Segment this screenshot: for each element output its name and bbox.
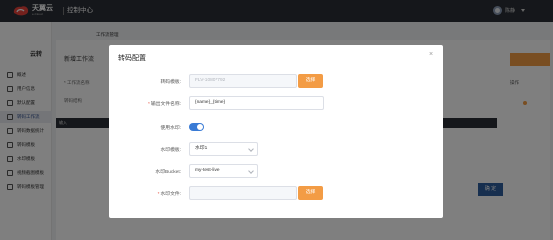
template-label: 转码模板: bbox=[160, 80, 181, 85]
watermark-toggle[interactable] bbox=[189, 123, 204, 131]
watermark-template-label: 水印模板: bbox=[160, 148, 181, 153]
bucket-row: 水印Bucket: my-test-live bbox=[109, 164, 443, 178]
select-template-button[interactable]: 选择 bbox=[298, 74, 323, 88]
watermark-template-row: 水印模板: 水印1 bbox=[109, 142, 443, 156]
bucket-select[interactable]: my-test-live bbox=[189, 164, 258, 178]
output-filename-input[interactable]: {name}_{time} bbox=[189, 96, 324, 110]
select-watermark-file-button[interactable]: 选择 bbox=[298, 186, 323, 200]
dialog-title: 转码配置 bbox=[118, 55, 146, 62]
watermark-file-row: *水印文件: 选择 bbox=[109, 186, 443, 200]
watermark-toggle-row: 使用水印: bbox=[109, 120, 443, 134]
close-icon[interactable]: × bbox=[429, 51, 433, 59]
transcode-config-dialog: 转码配置 × 转码模板: FLV-1080*792 选择 *输出文件名称: {n… bbox=[109, 45, 443, 218]
template-row: 转码模板: FLV-1080*792 选择 bbox=[109, 74, 443, 88]
watermark-toggle-label: 使用水印: bbox=[160, 126, 181, 131]
output-row: *输出文件名称: {name}_{time} bbox=[109, 96, 443, 110]
bucket-label: 水印Bucket: bbox=[155, 170, 181, 175]
watermark-file-field bbox=[189, 186, 297, 200]
output-label: *输出文件名称: bbox=[148, 102, 181, 107]
template-field: FLV-1080*792 bbox=[189, 74, 297, 88]
watermark-file-label: *水印文件: bbox=[157, 192, 181, 197]
watermark-template-select[interactable]: 水印1 bbox=[189, 142, 258, 156]
